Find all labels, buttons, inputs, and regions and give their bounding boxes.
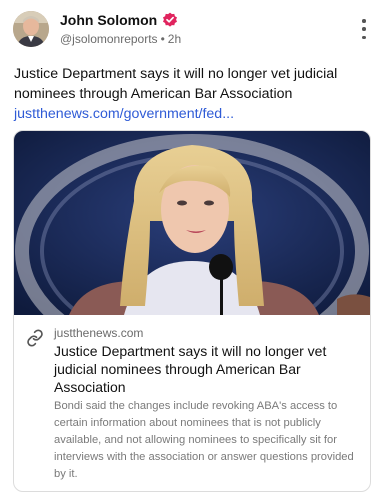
post-time: 2h [167,32,182,46]
verified-badge-icon [163,12,178,27]
link-preview-card[interactable]: justthenews.com Justice Department says … [13,130,371,492]
more-vertical-icon[interactable] [357,19,371,39]
post-link[interactable]: justthenews.com/government/fed... [14,104,370,124]
card-image [14,131,370,315]
author-name[interactable]: John Solomon [60,12,157,28]
post-text: Justice Department says it will no longe… [14,66,338,102]
card-title[interactable]: Justice Department says it will no longe… [54,342,354,396]
post-header: John Solomon @jsolomonreports • 2h [13,11,373,49]
card-domain: justthenews.com [54,326,144,340]
link-icon [27,329,43,347]
post-body: Justice Department says it will no longe… [14,64,370,124]
handle-row: @jsolomonreports • 2h [60,32,181,46]
author-row: John Solomon [60,12,178,28]
avatar-photo [13,11,49,47]
separator-dot: • [160,32,165,46]
avatar[interactable] [13,11,49,47]
card-description: Bondi said the changes include revoking … [54,400,354,480]
author-handle[interactable]: @jsolomonreports [60,32,158,46]
